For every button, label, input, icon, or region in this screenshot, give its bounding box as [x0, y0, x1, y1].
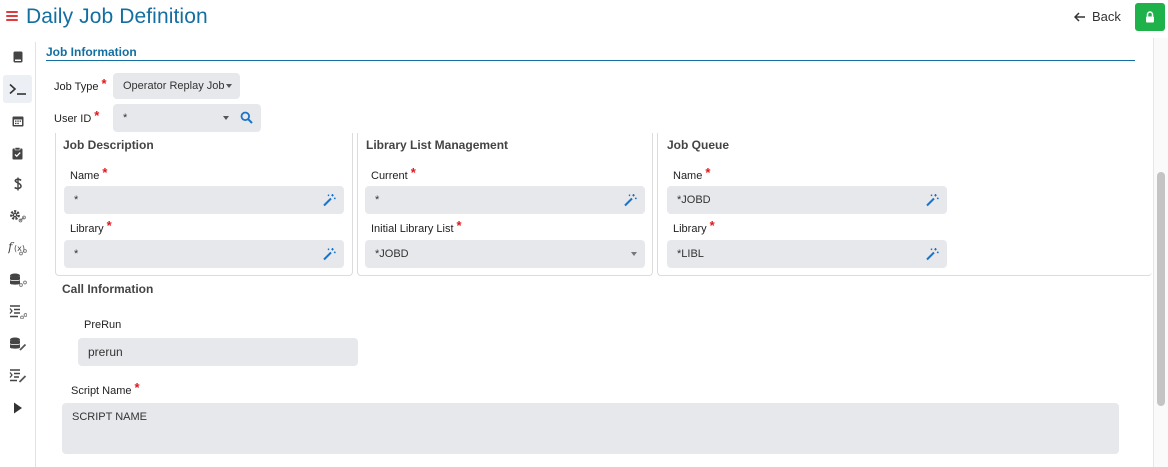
- gear-link-icon: [9, 210, 26, 223]
- sidebar-item-settings[interactable]: [3, 202, 32, 230]
- magic-wand-icon[interactable]: [926, 194, 939, 207]
- jobd-library-label: Library *: [70, 218, 112, 235]
- database-link-icon: [9, 273, 27, 287]
- call-information-title: Call Information: [62, 282, 154, 296]
- dollar-icon: [13, 177, 22, 191]
- user-id-label: User ID *: [54, 108, 100, 125]
- magic-wand-icon[interactable]: [323, 194, 336, 207]
- magic-wand-icon[interactable]: [624, 194, 637, 207]
- initial-library-list-value: *JOBD: [375, 248, 409, 260]
- search-icon[interactable]: [240, 111, 253, 127]
- job-description-title: Job Description: [63, 138, 154, 152]
- required-marker: *: [94, 108, 100, 123]
- initial-library-list-label: Initial Library List *: [371, 218, 462, 235]
- prerun-value: prerun: [88, 345, 123, 359]
- caret-down-icon: [631, 252, 637, 256]
- jobq-name-label: Name *: [673, 165, 711, 182]
- book-icon: [13, 51, 22, 63]
- sidebar-item-list-edit[interactable]: [3, 362, 32, 390]
- required-marker: *: [456, 218, 462, 233]
- current-library-label: Current *: [371, 165, 416, 182]
- page-title: Daily Job Definition: [26, 5, 208, 28]
- script-name-label: Script Name *: [71, 380, 140, 397]
- jobq-library-value: *LIBL: [677, 248, 704, 260]
- library-list-title: Library List Management: [366, 138, 509, 152]
- job-queue-title: Job Queue: [667, 138, 730, 152]
- user-id-select[interactable]: *: [113, 104, 261, 132]
- script-name-textarea[interactable]: SCRIPT NAME: [62, 403, 1119, 454]
- required-marker: *: [709, 218, 715, 233]
- job-type-value: Operator Replay Job: [123, 80, 225, 92]
- back-button[interactable]: Back: [1074, 9, 1121, 24]
- job-type-label: Job Type *: [54, 76, 107, 93]
- list-link-icon: [9, 305, 27, 319]
- function-link-icon: f (x): [8, 240, 27, 256]
- prerun-label: PreRun: [84, 319, 122, 331]
- calendar-icon: [12, 116, 23, 127]
- sidebar-item-dollar[interactable]: [3, 170, 32, 198]
- required-marker: *: [134, 380, 140, 395]
- jobd-library-value: *: [74, 248, 79, 260]
- required-marker: *: [102, 165, 108, 180]
- arrow-left-icon: [1074, 11, 1085, 22]
- prerun-input[interactable]: prerun: [78, 338, 358, 366]
- list-edit-icon: [9, 369, 26, 383]
- sidebar-item-function[interactable]: f (x): [3, 234, 32, 262]
- terminal-icon: [8, 83, 26, 95]
- jobd-name-value: *: [74, 194, 79, 206]
- sidebar-item-calendar[interactable]: [3, 107, 32, 135]
- required-marker: *: [410, 165, 416, 180]
- lock-icon: [1146, 11, 1154, 23]
- jobq-library-input[interactable]: *LIBL: [667, 240, 947, 268]
- play-icon: [13, 402, 22, 414]
- vertical-scrollbar[interactable]: [1153, 38, 1168, 467]
- caret-down-icon: [226, 84, 232, 88]
- sidebar-item-database-edit[interactable]: [3, 330, 32, 358]
- sidebar-item-list-link[interactable]: [3, 298, 32, 326]
- jobd-name-input[interactable]: *: [64, 186, 344, 214]
- initial-library-list-select[interactable]: *JOBD: [365, 240, 645, 268]
- lock-button[interactable]: [1135, 3, 1165, 31]
- jobq-library-label: Library *: [673, 218, 715, 235]
- magic-wand-icon[interactable]: [926, 248, 939, 261]
- menu-icon[interactable]: [6, 9, 18, 23]
- section-divider: [46, 60, 1135, 61]
- sidebar: f (x): [0, 42, 36, 467]
- required-marker: *: [106, 218, 112, 233]
- jobq-name-input[interactable]: *JOBD: [667, 186, 947, 214]
- page-header: Daily Job Definition Back: [0, 0, 1168, 38]
- current-library-value: *: [375, 194, 380, 206]
- database-edit-icon: [9, 337, 26, 351]
- jobq-name-value: *JOBD: [677, 194, 711, 206]
- sidebar-item-clipboard[interactable]: [3, 139, 32, 167]
- clipboard-check-icon: [12, 146, 23, 159]
- scrollbar-thumb[interactable]: [1157, 172, 1165, 406]
- caret-down-icon: [223, 116, 229, 120]
- current-library-input[interactable]: *: [365, 186, 645, 214]
- sidebar-item-database-link[interactable]: [3, 266, 32, 294]
- required-marker: *: [101, 76, 107, 91]
- jobd-library-input[interactable]: *: [64, 240, 344, 268]
- sidebar-item-book[interactable]: [3, 43, 32, 71]
- back-label: Back: [1092, 9, 1121, 24]
- job-type-select[interactable]: Operator Replay Job: [113, 73, 240, 99]
- jobd-name-label: Name *: [70, 165, 108, 182]
- section-title: Job Information: [46, 45, 137, 59]
- required-marker: *: [705, 165, 711, 180]
- magic-wand-icon[interactable]: [323, 248, 336, 261]
- sidebar-item-terminal[interactable]: [3, 75, 32, 103]
- sidebar-item-run[interactable]: [3, 394, 32, 422]
